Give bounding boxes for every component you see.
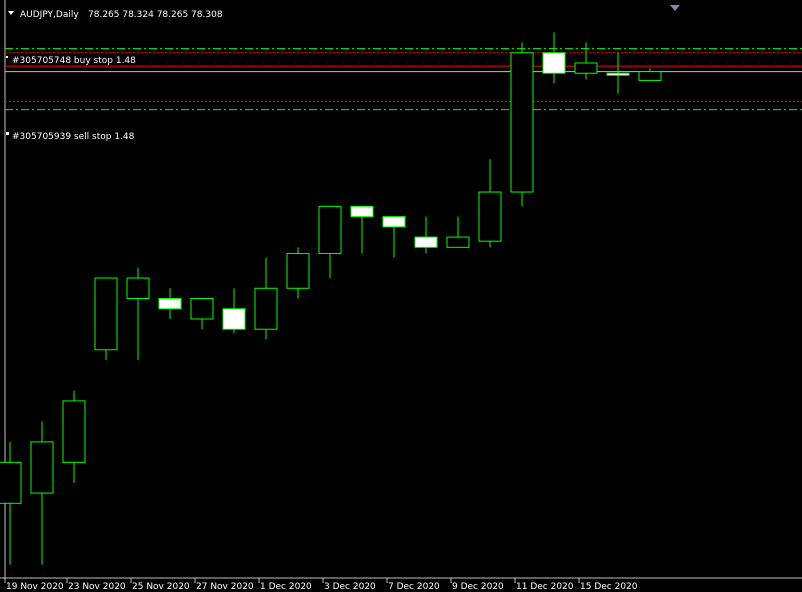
symbol-label: AUDJPY,Daily	[20, 10, 79, 20]
candle-body	[542, 52, 566, 74]
candle-body	[94, 277, 118, 351]
date-label: 1 Dec 2020	[260, 582, 312, 592]
date-label: 23 Nov 2020	[68, 582, 126, 592]
candle-body	[638, 71, 662, 81]
chart-header: AUDJPY,Daily 78.265 78.324 78.265 78.308	[8, 10, 223, 20]
date-label: 15 Dec 2020	[580, 582, 638, 592]
buy-stop-label: #305705748 buy stop 1.48	[12, 56, 136, 66]
chart-canvas[interactable]: AUDJPY,Daily 78.265 78.324 78.265 78.308…	[0, 0, 802, 592]
price-chart[interactable]: AUDJPY,Daily 78.265 78.324 78.265 78.308…	[0, 0, 802, 592]
date-label: 11 Dec 2020	[516, 582, 574, 592]
candle	[94, 277, 118, 360]
candle-body	[190, 298, 214, 320]
candle-body	[158, 298, 182, 310]
date-label: 3 Dec 2020	[324, 582, 376, 592]
date-label: 27 Nov 2020	[196, 582, 254, 592]
candle-body	[446, 236, 470, 248]
sell-stop-label: #305705939 sell stop 1.48	[12, 132, 135, 142]
ohlc-readout: 78.265 78.324 78.265 78.308	[88, 10, 223, 20]
candle-body	[606, 72, 630, 76]
candle-body	[222, 308, 246, 330]
date-label: 9 Dec 2020	[452, 582, 504, 592]
candle-body	[414, 236, 438, 248]
candle-body	[574, 62, 598, 74]
candle-body	[126, 277, 150, 300]
date-label: 19 Nov 2020	[6, 582, 64, 592]
candle-body	[478, 191, 502, 242]
candle-body	[0, 461, 22, 504]
candle-body	[30, 441, 54, 494]
candle-body	[382, 216, 406, 228]
chart-background	[0, 0, 802, 592]
candle-body	[318, 205, 342, 254]
candle-body	[62, 400, 86, 463]
candle-body	[510, 52, 534, 193]
date-label: 7 Dec 2020	[388, 582, 440, 592]
date-label: 25 Nov 2020	[132, 582, 190, 592]
candle	[510, 42, 534, 207]
order-marker-icon	[6, 132, 9, 135]
candle-body	[286, 252, 310, 289]
order-marker-icon	[6, 56, 8, 58]
candle-body	[254, 287, 278, 330]
candle-body	[350, 205, 374, 218]
